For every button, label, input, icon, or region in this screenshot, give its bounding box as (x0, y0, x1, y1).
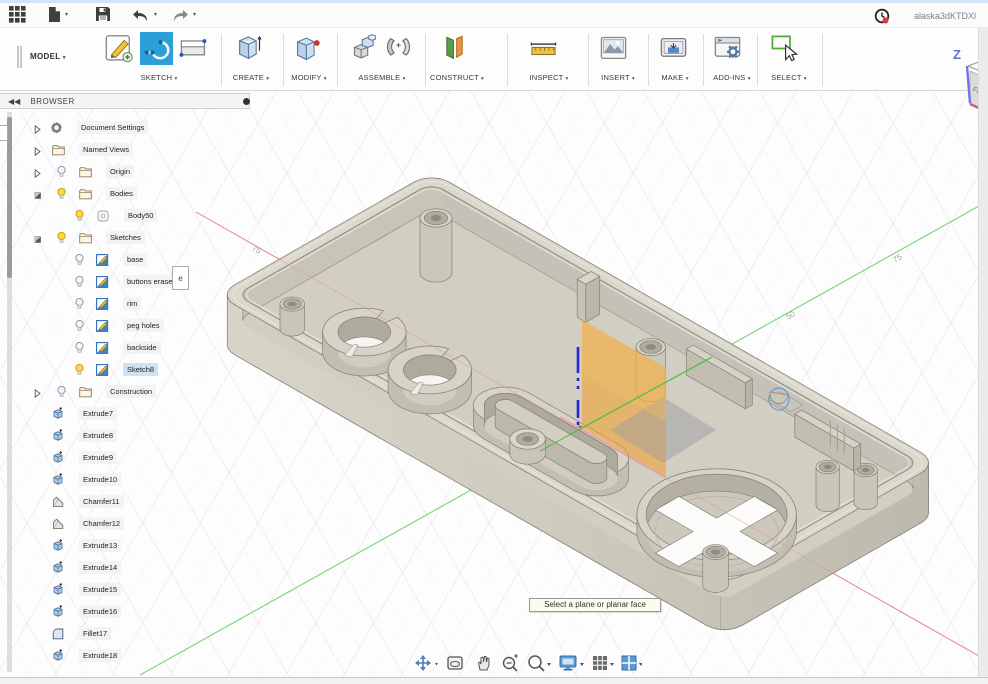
svg-text:Z: Z (953, 47, 961, 62)
